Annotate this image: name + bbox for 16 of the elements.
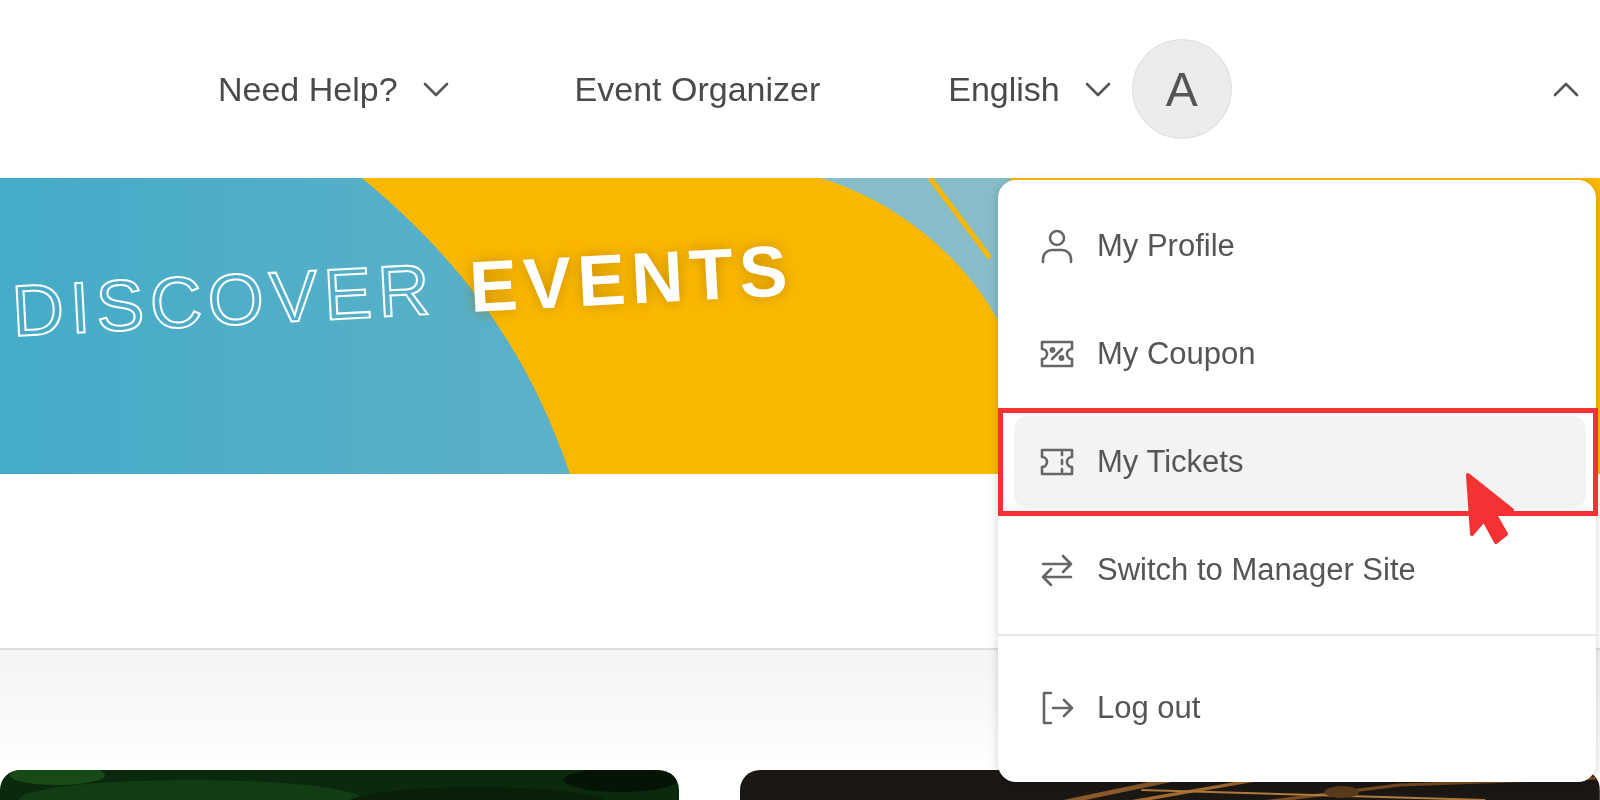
nav-dropdown[interactable]: English [948,69,1112,109]
nav-dropdown[interactable]: Need Help? [218,69,450,109]
menu-item[interactable]: My Coupon [1014,308,1586,400]
chevron-down-icon [421,81,450,97]
banner-heading: DISCOVER [9,247,438,352]
person-icon [1039,228,1075,264]
swap-arrows-icon [1039,553,1075,587]
chevron-down-icon [1083,81,1112,97]
ticket-icon [1039,447,1075,477]
menu-item[interactable]: My Profile [1014,200,1586,292]
banner-heading: EVENTS [467,229,796,328]
avatar[interactable]: A [1131,39,1232,139]
nav-link[interactable]: Event Organizer [574,69,821,109]
coupon-icon [1039,339,1075,369]
menu-item[interactable]: My Tickets [1014,416,1586,508]
menu-item[interactable]: Switch to Manager Site [1014,524,1586,616]
